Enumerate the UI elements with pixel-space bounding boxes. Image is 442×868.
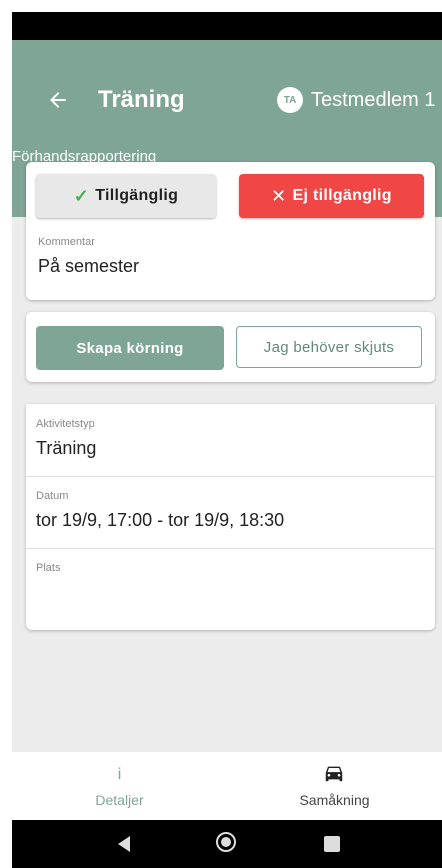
car-icon	[325, 766, 343, 782]
user-name: Testmedlem 1	[311, 88, 436, 111]
system-navigation-bar	[12, 820, 442, 868]
need-ride-button[interactable]: Jag behöver skjuts	[236, 326, 422, 368]
detail-row-place: Plats	[26, 548, 435, 630]
tab-carpool[interactable]: Samåkning	[227, 752, 442, 820]
create-ride-button[interactable]: Skapa körning	[36, 326, 224, 370]
detail-row-date: Datum tor 19/9, 17:00 - tor 19/9, 18:30	[26, 476, 435, 549]
carpool-card: Skapa körning Jag behöver skjuts	[26, 312, 435, 382]
user-chip[interactable]: TA Testmedlem 1	[277, 86, 436, 114]
system-recents-icon[interactable]	[324, 836, 340, 852]
not-available-button[interactable]: ✕ Ej tillgänglig	[239, 174, 424, 218]
not-available-label: Ej tillgänglig	[292, 187, 392, 204]
detail-row-activity-type: Aktivitetstyp Träning	[26, 404, 435, 477]
tab-carpool-label: Samåkning	[299, 792, 370, 808]
detail-label: Aktivitetstyp	[36, 418, 95, 430]
tab-details[interactable]: i Detaljer	[12, 752, 227, 820]
close-icon: ✕	[271, 185, 287, 206]
app-screen: Träning TA Testmedlem 1 Förhandsrapporte…	[12, 12, 442, 868]
detail-label: Datum	[36, 490, 69, 502]
tab-details-label: Detaljer	[95, 792, 144, 808]
bottom-navigation: i Detaljer Samåkning	[12, 752, 442, 820]
avatar: TA	[277, 87, 303, 113]
comment-field[interactable]: På semester	[38, 256, 139, 277]
system-back-icon[interactable]	[118, 836, 130, 852]
available-label: Tillgänglig	[95, 187, 179, 204]
detail-value: Träning	[36, 438, 97, 458]
available-button[interactable]: ✓ Tillgänglig	[36, 174, 216, 218]
details-card: Aktivitetstyp Träning Datum tor 19/9, 17…	[26, 404, 435, 630]
comment-label: Kommentar	[38, 236, 95, 248]
page-title: Träning	[98, 86, 185, 113]
detail-label: Plats	[36, 562, 61, 574]
check-icon: ✓	[73, 185, 90, 206]
info-icon: i	[117, 766, 122, 783]
system-home-icon[interactable]	[216, 832, 236, 852]
status-bar	[12, 12, 442, 40]
back-arrow-icon[interactable]	[46, 88, 70, 112]
detail-value: tor 19/9, 17:00 - tor 19/9, 18:30	[36, 510, 285, 530]
availability-card: ✓ Tillgänglig ✕ Ej tillgänglig	[26, 162, 435, 300]
